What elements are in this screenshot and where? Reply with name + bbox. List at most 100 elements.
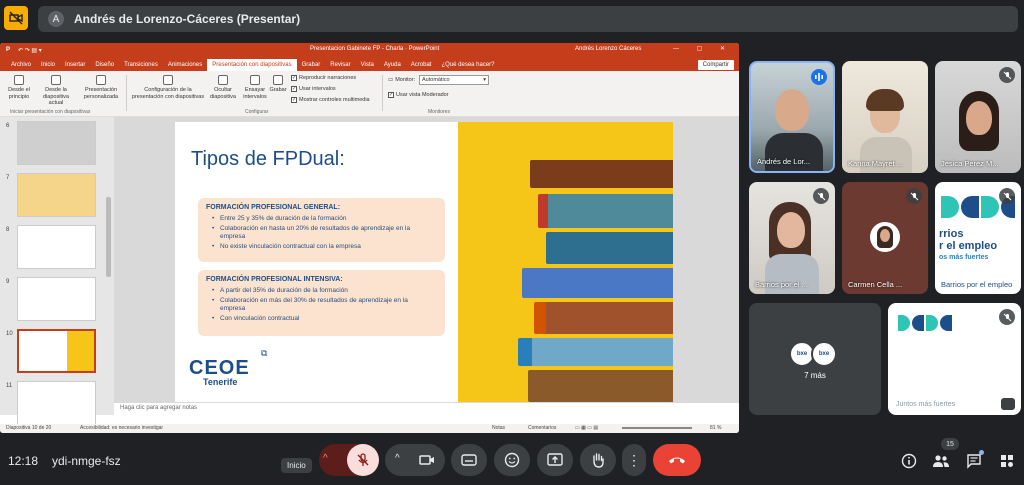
quick-access-icons[interactable]: ↶ ↷ ▤ ▾ [18, 47, 42, 54]
people-icon [933, 455, 949, 467]
slide-thumbnail[interactable] [17, 329, 96, 373]
participant-name: Karina Mayret ... [848, 159, 904, 168]
slide-thumbnails-pane: 6 7 8 9 10 11 [0, 117, 114, 425]
record-icon [273, 75, 283, 85]
ribbon-tab[interactable]: Presentación con diapositivas [207, 59, 297, 71]
avatar-face [880, 229, 890, 242]
ribbon-tab[interactable]: Revisar [325, 62, 355, 71]
thumbnails-scrollbar[interactable] [106, 197, 111, 277]
raise-hand-button[interactable] [580, 444, 616, 476]
accessibility-status[interactable]: Accesibilidad: es necesario investigar [80, 425, 163, 431]
show-media-controls-checkbox[interactable]: ✓ Mostrar controles multimedia [291, 97, 370, 103]
logo-shape [981, 196, 999, 218]
current-slide[interactable]: Tipos de FPDual: FORMACIÓN PROFESIONAL G… [175, 122, 673, 402]
record-button[interactable]: Grabar [268, 75, 288, 94]
ribbon-tab[interactable]: Insertar [60, 62, 90, 71]
view-buttons-icon[interactable]: ▭ ▦ ▭ ▤ [575, 425, 598, 431]
ribbon-tab[interactable]: Diseño [90, 62, 119, 71]
books-photo [458, 122, 673, 402]
ribbon-tab[interactable]: Animaciones [163, 62, 207, 71]
screen-share-tile[interactable]: Juntos más fuertes [888, 303, 1021, 415]
captions-button[interactable] [451, 444, 487, 476]
ribbon: Desde el principio Desde la diapositiva … [0, 71, 739, 117]
tile-text-line: r el empleo [939, 240, 998, 252]
logo-shape [941, 196, 959, 218]
present-now-button[interactable] [537, 444, 573, 476]
list-item: No existe vinculación contractual con la… [212, 243, 432, 251]
list-item: Colaboración en hasta un 20% de resultad… [212, 225, 432, 241]
shared-screen-powerpoint: P ↶ ↷ ▤ ▾ Presentacion Gabinete FP - Cha… [0, 43, 739, 433]
mic-off-icon [999, 309, 1015, 325]
present-screen-icon[interactable] [1001, 398, 1015, 410]
notes-toggle[interactable]: Notas [492, 425, 505, 431]
ribbon-tab[interactable]: Acrobat [406, 62, 437, 71]
zoom-level[interactable]: 81 % [710, 425, 721, 431]
speaking-indicator-icon [811, 69, 827, 85]
end-call-button[interactable] [653, 444, 701, 476]
participant-tile[interactable]: Karina Mayret ... [842, 61, 928, 173]
meeting-info-button[interactable] [898, 450, 920, 472]
mic-control-group[interactable]: ^ [319, 444, 379, 476]
ribbon-tab[interactable]: Inicio [36, 62, 60, 71]
play-narrations-checkbox[interactable]: ✓ Reproducir narraciones [291, 75, 356, 81]
slide-thumbnail[interactable] [17, 121, 96, 165]
mic-off-icon [999, 188, 1015, 204]
presenting-banner[interactable]: A Andrés de Lorenzo-Cáceres (Presentar) [38, 6, 1018, 32]
participant-tile[interactable]: Carmen Cella ... [842, 182, 928, 294]
camera-off-icon[interactable] [4, 6, 28, 30]
participant-tile[interactable]: Barrios por el ... [749, 182, 835, 294]
more-participants-tile[interactable]: bxe bxe 7 más [749, 303, 881, 415]
slide-thumbnail[interactable] [17, 225, 96, 269]
monitor-select[interactable]: Automático ▾ [419, 75, 489, 85]
participant-tile[interactable]: rrios r el empleo os más fuertes Barrios… [935, 182, 1021, 294]
ribbon-tab[interactable]: Vista [356, 62, 379, 71]
btn-label: Ocultar diapositiva [210, 87, 236, 100]
activities-icon [1001, 455, 1013, 467]
meeting-code[interactable]: ydi-nmge-fsz [52, 454, 121, 468]
mic-off-button[interactable] [347, 444, 379, 476]
comments-toggle[interactable]: Comentarios [528, 425, 556, 431]
hide-slide-button[interactable]: Ocultar diapositiva [208, 75, 238, 100]
box-list: Entre 25 y 35% de duración de la formaci… [212, 215, 445, 251]
participant-face [777, 212, 805, 248]
ribbon-tab[interactable]: ¿Qué desea hacer? [436, 62, 499, 71]
presenting-label: Andrés de Lorenzo-Cáceres (Presentar) [74, 12, 301, 26]
notes-placeholder[interactable]: Haga clic para agregar notas [114, 403, 739, 415]
btn-label: Desde el principio [8, 87, 30, 100]
start-from-current-button[interactable]: Desde la diapositiva actual [38, 75, 74, 107]
rehearse-timings-button[interactable]: Ensayar intervalos [241, 75, 269, 100]
participant-tile[interactable]: Jesica Perez M... [935, 61, 1021, 173]
slide-thumbnail[interactable] [17, 173, 96, 217]
chevron-up-icon[interactable]: ^ [395, 453, 400, 464]
camera-icon[interactable] [419, 453, 435, 467]
use-timings-checkbox[interactable]: ✓ Usar intervalos [291, 86, 336, 92]
reactions-button[interactable] [494, 444, 530, 476]
ribbon-tab[interactable]: Ayuda [379, 62, 406, 71]
ribbon-tab[interactable]: Grabar [297, 62, 326, 71]
box-heading: FORMACIÓN PROFESIONAL GENERAL: [206, 204, 341, 211]
slide-count: Diapositiva 10 de 20 [6, 425, 52, 431]
window-controls-icon[interactable]: — ▢ ✕ [673, 45, 733, 52]
tooltip: Inicio [281, 458, 312, 473]
start-from-beginning-button[interactable]: Desde el principio [4, 75, 34, 100]
participant-tile[interactable]: Andrés de Lor... [749, 61, 835, 173]
slide-thumbnail[interactable] [17, 277, 96, 321]
share-button[interactable]: Compartir [696, 59, 735, 71]
chevron-up-icon[interactable]: ^ [323, 453, 328, 464]
custom-show-button[interactable]: Presentación personalizada [80, 75, 122, 100]
camera-control-group[interactable]: ^ [385, 444, 445, 476]
people-button[interactable] [930, 450, 952, 472]
hand-icon [593, 453, 604, 468]
more-options-button[interactable]: ⋮ [622, 444, 646, 476]
chat-button[interactable] [963, 450, 985, 472]
zoom-slider[interactable] [622, 427, 692, 429]
presenter-view-checkbox[interactable]: ✓ Usar vista Moderador [388, 92, 449, 98]
end-call-icon [669, 457, 685, 464]
setup-show-button[interactable]: Configuración de la presentación con dia… [130, 75, 206, 100]
chat-unread-dot [979, 450, 984, 455]
slide-thumbnail[interactable] [17, 381, 96, 425]
activities-button[interactable] [996, 450, 1018, 472]
ribbon-tab[interactable]: Archivo [6, 62, 36, 71]
ppt-user-name[interactable]: Andrés Lorenzo Cáceres [575, 46, 641, 52]
ribbon-tab[interactable]: Transiciones [119, 62, 163, 71]
